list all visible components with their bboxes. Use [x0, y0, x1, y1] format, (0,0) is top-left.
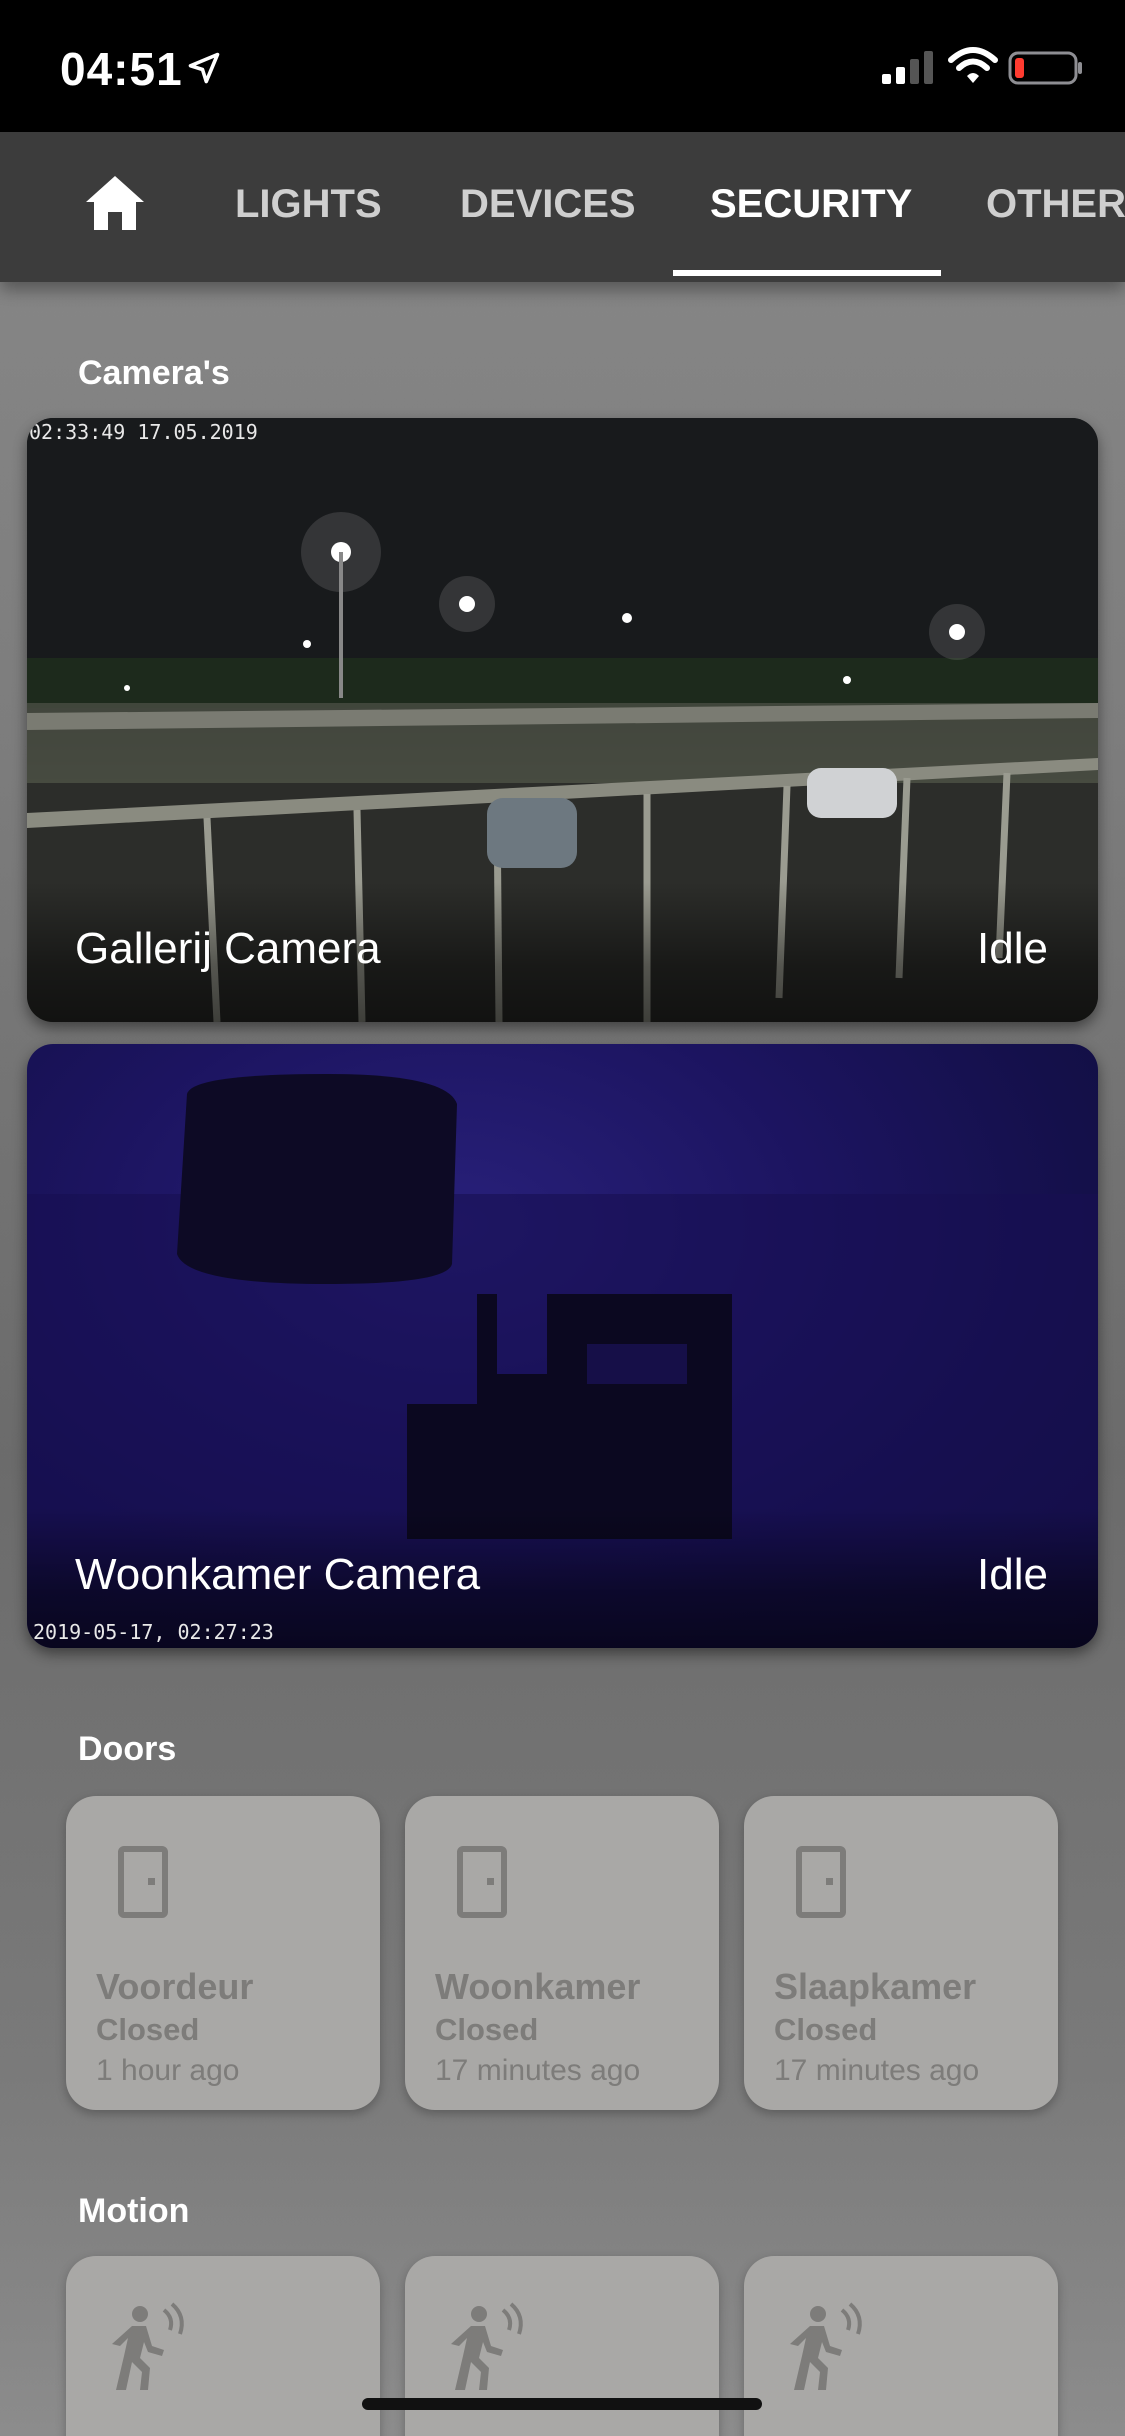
battery-low-icon: [1008, 51, 1082, 85]
tab-other[interactable]: OTHER: [986, 182, 1125, 227]
motion-section-title: Motion: [78, 2192, 190, 2230]
motion-sensor-icon: [790, 2302, 862, 2390]
motion-tile-1[interactable]: [66, 2256, 380, 2436]
tab-lights[interactable]: LIGHTS: [235, 182, 382, 227]
camera-state: Idle: [977, 1550, 1048, 1599]
location-arrow-icon: [188, 52, 220, 84]
door-state: Closed: [774, 2012, 878, 2047]
door-state: Closed: [435, 2012, 539, 2047]
camera-timestamp: 2019-05-17, 02:27:23: [33, 1620, 274, 1644]
door-last-changed: 17 minutes ago: [774, 2054, 980, 2087]
door-state: Closed: [96, 2012, 200, 2047]
door-name: Slaapkamer: [774, 1966, 977, 2007]
status-time: 04:51: [60, 43, 183, 95]
door-tile-woonkamer[interactable]: Woonkamer Closed 17 minutes ago: [405, 1796, 719, 2110]
door-tile-voordeur[interactable]: Voordeur Closed 1 hour ago: [66, 1796, 380, 2110]
camera-name: Woonkamer Camera: [75, 1550, 481, 1599]
tab-devices[interactable]: DEVICES: [460, 182, 636, 227]
camera-state: Idle: [977, 924, 1048, 973]
door-tile-slaapkamer[interactable]: Slaapkamer Closed 17 minutes ago: [744, 1796, 1058, 2110]
tab-security[interactable]: SECURITY: [710, 182, 912, 227]
status-bar: 04:51: [0, 0, 1125, 132]
motion-sensor-icon: [112, 2302, 184, 2390]
door-last-changed: 1 hour ago: [96, 2054, 240, 2087]
home-indicator[interactable]: [362, 2398, 762, 2410]
home-icon[interactable]: [84, 174, 146, 232]
door-icon: [457, 1846, 507, 1918]
active-tab-indicator: [673, 270, 941, 276]
camera-timestamp: 02:33:49 17.05.2019: [29, 420, 258, 444]
motion-tile-3[interactable]: [744, 2256, 1058, 2436]
door-icon: [796, 1846, 846, 1918]
camera-card-gallerij[interactable]: 02:33:49 17.05.2019 Gallerij Camera Idle: [27, 418, 1098, 1022]
motion-sensor-icon: [451, 2302, 523, 2390]
camera-name: Gallerij Camera: [75, 924, 381, 973]
door-icon: [118, 1846, 168, 1918]
door-last-changed: 17 minutes ago: [435, 2054, 641, 2087]
door-name: Woonkamer: [435, 1966, 641, 2007]
cellular-signal-icon: [882, 51, 933, 84]
door-name: Voordeur: [96, 1966, 254, 2007]
camera-card-woonkamer[interactable]: Woonkamer Camera Idle 2019-05-17, 02:27:…: [27, 1044, 1098, 1648]
tab-bar: LIGHTS DEVICES SECURITY OTHER: [0, 132, 1125, 282]
doors-section-title: Doors: [78, 1730, 177, 1768]
cameras-section-title: Camera's: [78, 354, 230, 392]
wifi-icon: [948, 47, 998, 83]
